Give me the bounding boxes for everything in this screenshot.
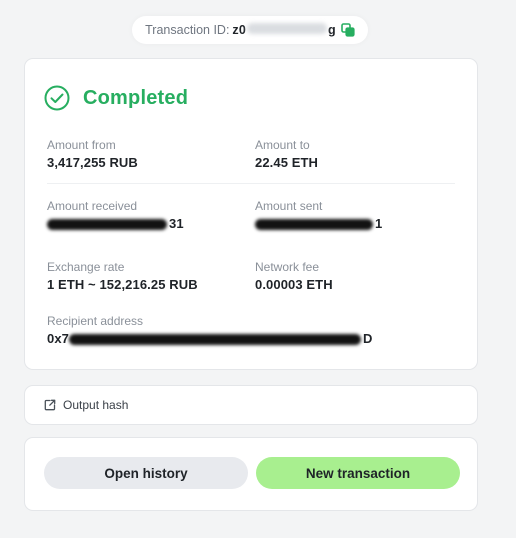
recipient-address-value: 0x7 D <box>47 331 373 346</box>
redacted-value <box>255 219 373 231</box>
amount-sent-tail: 1 <box>375 216 383 231</box>
status-label: Completed <box>83 86 189 109</box>
open-history-button[interactable]: Open history <box>44 457 248 489</box>
external-link-icon <box>44 399 56 411</box>
transaction-id-visible: z0 <box>232 23 247 37</box>
amount-to-field: Amount to 22.45 ETH <box>255 138 318 170</box>
amount-sent-value: 1 <box>255 216 382 231</box>
amount-from-label: Amount from <box>47 138 116 152</box>
status-row: Completed <box>44 85 188 111</box>
amount-sent-label: Amount sent <box>255 199 323 213</box>
network-fee-label: Network fee <box>255 260 320 274</box>
divider <box>47 183 455 184</box>
recipient-address-prefix: 0x7 <box>47 331 69 346</box>
transaction-id-label: Transaction ID: <box>145 23 230 37</box>
amount-sent-field: Amount sent 1 <box>255 199 382 231</box>
check-circle-icon <box>44 85 70 111</box>
amount-to-value: 22.45 ETH <box>255 155 319 170</box>
amount-from-value: 3,417,255 RUB <box>47 155 138 170</box>
network-fee-value: 0.00003 ETH <box>255 277 333 292</box>
network-fee-field: Network fee 0.00003 ETH <box>255 260 333 292</box>
recipient-address-suffix: D <box>363 331 373 346</box>
new-transaction-button[interactable]: New transaction <box>256 457 460 489</box>
amount-received-label: Amount received <box>47 199 138 213</box>
actions-card: Open history New transaction <box>24 437 478 511</box>
output-hash-label: Output hash <box>63 398 129 412</box>
transaction-result-page: Transaction ID: z0 g Completed Amount fro… <box>0 0 516 538</box>
transaction-id-suffix: g <box>328 23 336 37</box>
transaction-id-value: z0 g <box>232 23 336 37</box>
amount-from-field: Amount from 3,417,255 RUB <box>47 138 138 170</box>
transaction-details-card: Completed Amount from 3,417,255 RUB Amou… <box>24 58 478 370</box>
transaction-id-redacted <box>247 23 328 34</box>
copy-icon[interactable] <box>341 23 355 37</box>
exchange-rate-field: Exchange rate 1 ETH ~ 152,216.25 RUB <box>47 260 198 292</box>
redacted-value <box>47 219 167 231</box>
exchange-rate-value: 1 ETH ~ 152,216.25 RUB <box>47 277 198 292</box>
recipient-address-field: Recipient address 0x7 D <box>47 314 373 346</box>
redacted-value <box>69 334 361 346</box>
amount-received-value: 31 <box>47 216 184 231</box>
amount-received-tail: 31 <box>169 216 184 231</box>
exchange-rate-label: Exchange rate <box>47 260 125 274</box>
output-hash-link[interactable]: Output hash <box>44 398 128 412</box>
recipient-address-label: Recipient address <box>47 314 144 328</box>
transaction-id-bar: Transaction ID: z0 g <box>132 16 368 44</box>
output-hash-card: Output hash <box>24 385 478 425</box>
amount-received-field: Amount received 31 <box>47 199 184 231</box>
amount-to-label: Amount to <box>255 138 310 152</box>
